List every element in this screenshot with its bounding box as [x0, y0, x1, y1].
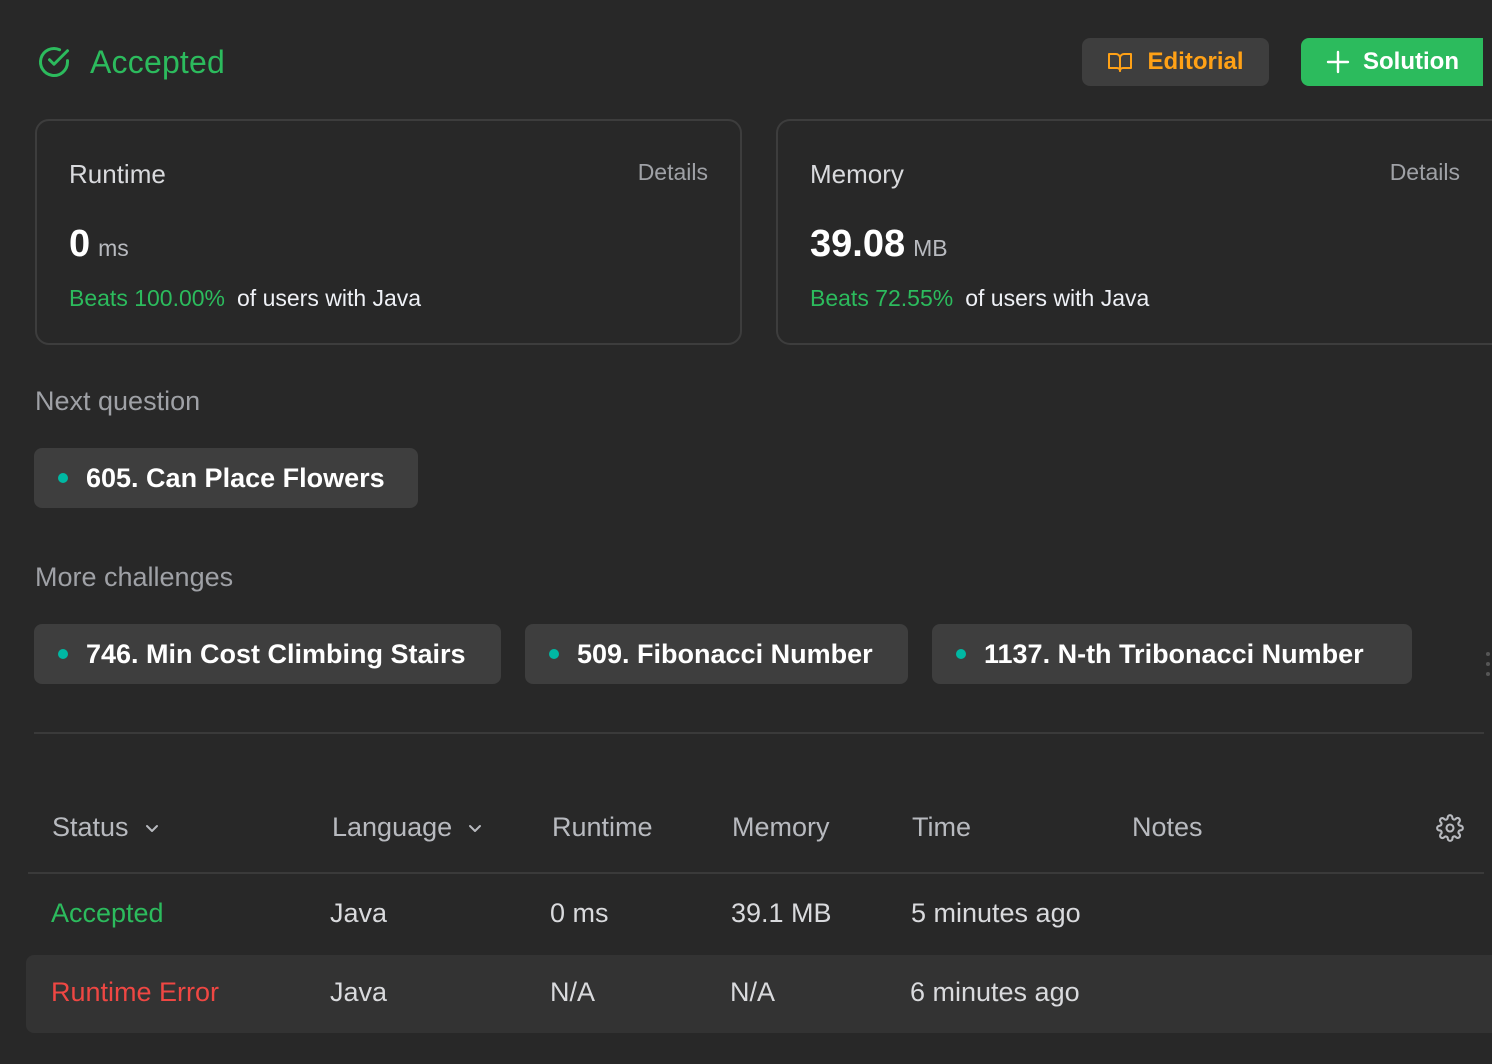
memory-column-header: Memory — [732, 812, 830, 842]
row-runtime: 0 ms — [550, 898, 609, 928]
memory-beats-percent: Beats 72.55% — [810, 285, 954, 311]
runtime-value: 0 ms — [69, 223, 129, 266]
runtime-beats-percent: Beats 100.00% — [69, 285, 226, 311]
question-title: 605. Can Place Flowers — [86, 462, 385, 493]
status-title: Accepted — [90, 43, 226, 80]
row-status[interactable]: Runtime Error — [51, 977, 219, 1008]
challenge-chip[interactable]: 509. Fibonacci Number — [525, 624, 908, 684]
runtime-unit: ms — [98, 235, 129, 261]
runtime-number: 0 — [69, 223, 91, 265]
row-memory: N/A — [730, 977, 776, 1007]
row-language: Java — [330, 977, 388, 1007]
runtime-card-title: Runtime — [69, 159, 166, 189]
status-header-label: Status — [52, 812, 129, 842]
resize-handle[interactable] — [1486, 652, 1490, 684]
language-column-header[interactable]: Language — [332, 812, 484, 843]
challenge-title: 746. Min Cost Climbing Stairs — [86, 638, 466, 669]
notes-column-header: Notes — [1132, 812, 1203, 842]
memory-card: Memory Details 39.08 MB Beats 72.55% of … — [776, 119, 1492, 345]
memory-unit: MB — [913, 235, 948, 261]
next-question-label: Next question — [35, 386, 201, 416]
section-divider — [34, 732, 1484, 734]
status-column-header[interactable]: Status — [52, 812, 161, 843]
submission-status: Accepted — [36, 42, 225, 82]
next-question-chip[interactable]: 605. Can Place Flowers — [34, 448, 418, 508]
runtime-beats: Beats 100.00% of users with Java — [69, 285, 421, 312]
row-memory: 39.1 MB — [731, 898, 832, 928]
row-status[interactable]: Accepted — [51, 898, 164, 929]
difficulty-dot — [58, 649, 68, 659]
row-time: 6 minutes ago — [910, 977, 1080, 1007]
memory-number: 39.08 — [810, 223, 906, 265]
challenge-title: 1137. N-th Tribonacci Number — [984, 638, 1364, 669]
memory-details-link[interactable]: Details — [1390, 159, 1460, 186]
language-header-label: Language — [332, 812, 453, 842]
table-row[interactable]: Runtime Error Java N/A N/A 6 minutes ago — [26, 955, 1492, 1033]
challenge-chip[interactable]: 1137. N-th Tribonacci Number — [932, 624, 1412, 684]
plus-icon — [1325, 49, 1351, 75]
open-book-icon — [1107, 50, 1133, 74]
difficulty-dot — [58, 473, 68, 483]
memory-card-title: Memory — [810, 159, 904, 189]
runtime-card: Runtime Details 0 ms Beats 100.00% of us… — [35, 119, 742, 345]
memory-value: 39.08 MB — [810, 223, 948, 266]
difficulty-dot — [956, 649, 966, 659]
table-header-divider — [28, 872, 1484, 874]
row-runtime: N/A — [550, 977, 596, 1007]
challenge-title: 509. Fibonacci Number — [577, 638, 873, 669]
table-row[interactable]: Accepted Java 0 ms 39.1 MB 5 minutes ago — [28, 876, 1484, 954]
row-language: Java — [330, 898, 388, 928]
editorial-label: Editorial — [1147, 48, 1244, 75]
chevron-down-icon — [143, 819, 161, 837]
check-circle-icon — [36, 44, 72, 80]
difficulty-dot — [549, 649, 559, 659]
runtime-beats-suffix: of users with Java — [237, 285, 422, 311]
memory-beats-suffix: of users with Java — [965, 285, 1150, 311]
editorial-button[interactable]: Editorial — [1082, 38, 1269, 86]
solution-label: Solution — [1363, 48, 1459, 75]
chevron-down-icon — [466, 819, 484, 837]
add-solution-button[interactable]: Solution — [1301, 38, 1483, 86]
runtime-column-header: Runtime — [552, 812, 653, 842]
challenge-chip[interactable]: 746. Min Cost Climbing Stairs — [34, 624, 501, 684]
time-column-header: Time — [912, 812, 971, 842]
gear-icon[interactable] — [1436, 814, 1464, 842]
row-time: 5 minutes ago — [911, 898, 1081, 928]
memory-beats: Beats 72.55% of users with Java — [810, 285, 1149, 312]
runtime-details-link[interactable]: Details — [638, 159, 708, 186]
more-challenges-label: More challenges — [35, 562, 234, 592]
